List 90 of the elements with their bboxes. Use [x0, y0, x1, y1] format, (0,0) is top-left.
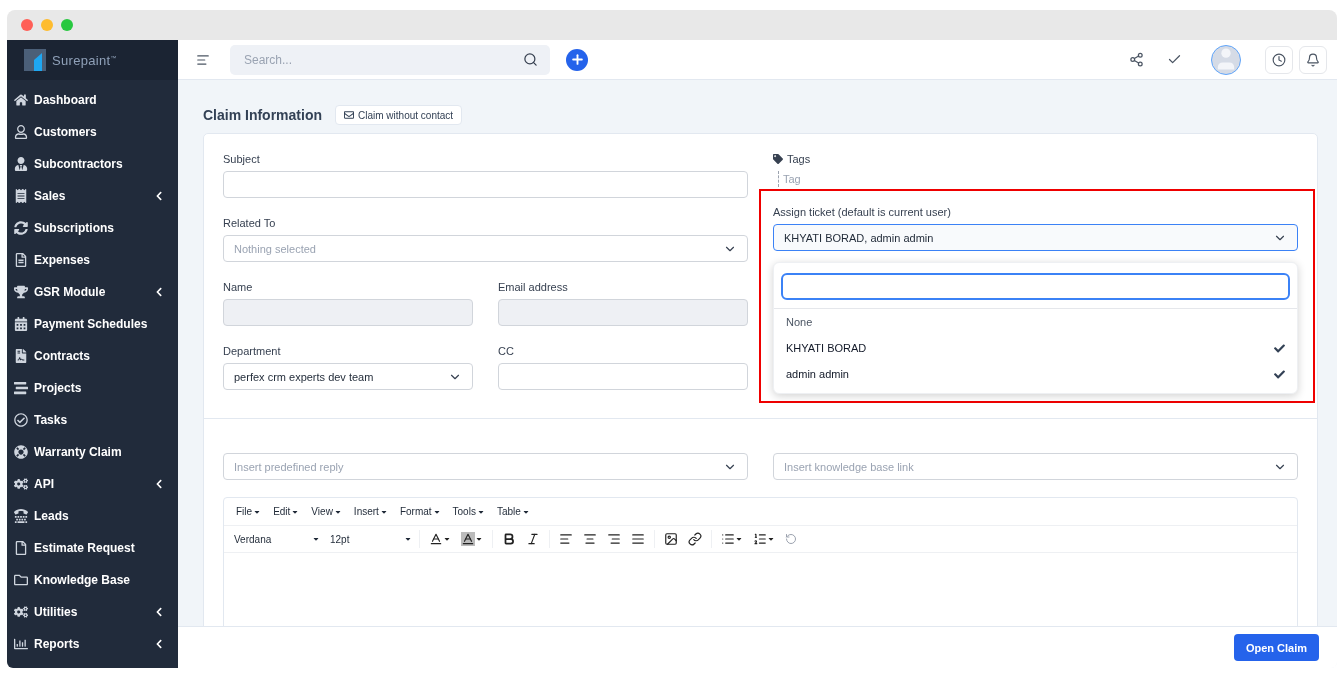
bell-icon: [1306, 52, 1320, 67]
editor-menu[interactable]: Edit: [269, 506, 304, 517]
text-color-icon: [429, 532, 443, 546]
search-input[interactable]: Search...: [242, 51, 523, 68]
sidebar-item[interactable]: Estimate Request: [7, 532, 178, 564]
sidebar-item[interactable]: Reports: [7, 628, 178, 660]
align-center-icon: [583, 532, 597, 546]
sidebar-item[interactable]: Customers: [7, 116, 178, 148]
cc-input[interactable]: [498, 363, 748, 390]
numbered-list-icon: [753, 532, 767, 546]
claim-without-contact-button[interactable]: Claim without contact: [335, 105, 463, 125]
sidebar-item[interactable]: Expenses: [7, 244, 178, 276]
sidebar-item[interactable]: Warranty Claim: [7, 436, 178, 468]
dropdown-option[interactable]: None: [774, 309, 1297, 335]
align-left-icon: [559, 532, 573, 546]
search-icon: [523, 52, 538, 67]
sidebar-item[interactable]: Projects: [7, 372, 178, 404]
caret-icon: [735, 535, 743, 543]
clock-button[interactable]: [1265, 45, 1293, 74]
undo-icon: [785, 533, 797, 545]
justify-icon: [631, 532, 645, 546]
logo-text: Surepaint$^{™}$: [52, 52, 117, 68]
editor-menu[interactable]: Format: [395, 506, 445, 517]
check-icon: [1274, 368, 1285, 380]
font-picker[interactable]: Verdana: [232, 533, 322, 545]
plus-icon: [569, 52, 585, 67]
highlight-color-icon: [461, 532, 475, 546]
check-icon: [1274, 342, 1285, 354]
assign-select[interactable]: KHYATI BORAD, admin admin: [773, 224, 1298, 251]
caret-icon: [443, 535, 451, 543]
sidebar-item[interactable]: Utilities: [7, 596, 178, 628]
bullet-list-icon: [721, 532, 735, 546]
dropdown-option[interactable]: admin admin: [774, 361, 1297, 387]
open-claim-button[interactable]: Open Claim: [1233, 634, 1319, 661]
sidebar-item[interactable]: Contracts: [7, 340, 178, 372]
field-label: Name: [223, 281, 254, 293]
link-icon: [688, 532, 702, 546]
sidebar-item[interactable]: Sales: [7, 180, 178, 212]
field-label: Related To: [223, 217, 277, 229]
size-picker[interactable]: 12pt: [328, 533, 414, 545]
minimize-dot[interactable]: [41, 19, 53, 31]
editor-menu[interactable]: File: [232, 506, 266, 517]
align-right-icon: [607, 532, 621, 546]
chevron-icon: [154, 191, 164, 201]
notifications-button[interactable]: [1299, 45, 1327, 74]
dropdown-search-input[interactable]: [781, 273, 1290, 300]
sidebar-item[interactable]: Subcontractors: [7, 148, 178, 180]
editor-menu[interactable]: View: [307, 506, 346, 517]
caret-icon: [767, 535, 775, 543]
search-field[interactable]: Search...: [230, 44, 550, 75]
page-title: Claim Information: [203, 107, 322, 123]
maximize-dot[interactable]: [61, 19, 73, 31]
clock-icon: [1272, 52, 1286, 67]
editor-menu[interactable]: Insert: [349, 506, 392, 517]
envelope-icon: [344, 110, 354, 120]
sidebar-item[interactable]: Dashboard: [7, 84, 178, 116]
chevron-icon: [154, 639, 164, 649]
chevron-icon: [154, 479, 164, 489]
sidebar-item[interactable]: Tasks: [7, 404, 178, 436]
field-label: CC: [498, 345, 515, 357]
menu-icon: [196, 52, 210, 67]
chevron-icon: [154, 607, 164, 617]
caret-icon: [404, 535, 412, 543]
close-dot[interactable]: [21, 19, 33, 31]
department-select[interactable]: perfex crm experts dev team: [223, 363, 473, 390]
sidebar-item[interactable]: Leads: [7, 500, 178, 532]
subject-input[interactable]: [223, 171, 748, 198]
sidebar-item[interactable]: Payment Schedules: [7, 308, 178, 340]
sidebar-item[interactable]: API: [7, 468, 178, 500]
chevron-icon: [154, 287, 164, 297]
sidebar-item[interactable]: Knowledge Base: [7, 564, 178, 596]
editor-menu[interactable]: Table: [492, 506, 534, 517]
field-label: Subject: [223, 153, 261, 165]
field-label: Tags: [787, 153, 811, 165]
sidebar-item[interactable]: Subscriptions: [7, 212, 178, 244]
italic-icon: [526, 532, 540, 546]
dropdown-option[interactable]: KHYATI BORAD: [774, 335, 1297, 361]
field-label: Email address: [498, 281, 569, 293]
share-icon: [1128, 52, 1144, 67]
field-label: Assign ticket (default is current user): [773, 206, 952, 218]
logo-icon: [24, 49, 46, 71]
image-icon: [664, 532, 678, 546]
editor-menu[interactable]: Tools: [448, 506, 489, 517]
bold-icon: [502, 532, 516, 546]
sidebar-item[interactable]: GSR Module: [7, 276, 178, 308]
field-label: Department: [223, 345, 282, 357]
add-button[interactable]: [566, 48, 588, 71]
caret-icon: [312, 535, 320, 543]
tag-icon: [773, 154, 783, 164]
caret-icon: [475, 535, 483, 543]
